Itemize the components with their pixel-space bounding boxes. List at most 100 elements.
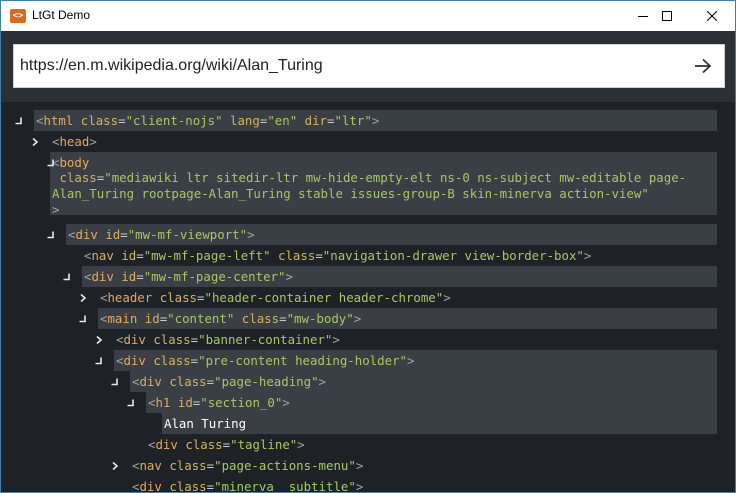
attr-name: class [159, 290, 198, 305]
tag-name: div [155, 437, 178, 452]
attr-value: "pre-content heading-holder" [198, 353, 407, 368]
close-bracket: > [332, 332, 340, 347]
attr-value: "section_0" [200, 395, 283, 410]
attr-name: id [144, 311, 160, 326]
tag-name: header [107, 290, 153, 305]
dom-node-actions[interactable]: <nav class="page-actions-menu"> [112, 455, 363, 476]
attr-name: class [153, 332, 191, 347]
collapse-corner-icon[interactable] [45, 224, 57, 245]
tag-name: div [139, 374, 162, 389]
close-bracket: > [52, 202, 60, 217]
close-bracket: > [353, 311, 362, 326]
collapse-corner-icon[interactable] [93, 350, 105, 371]
expand-chevron-icon[interactable] [93, 329, 105, 350]
maximize-button[interactable] [644, 1, 690, 31]
dom-node-head[interactable]: <head> [32, 131, 97, 152]
app-code-icon: <> [10, 9, 26, 23]
close-bracket: > [355, 479, 364, 492]
attr-name: id [105, 227, 121, 242]
attr-equals: = [190, 353, 199, 368]
dom-node-subtitle[interactable]: <div class="minerva__subtitle"> [132, 476, 363, 492]
dom-node-banner[interactable]: <div class="banner-container"> [96, 329, 340, 350]
close-bracket: > [285, 269, 293, 284]
go-button[interactable] [688, 52, 718, 80]
close-bracket: > [318, 374, 327, 389]
url-field [13, 44, 725, 88]
attr-value: "navigation-drawer view-border-box" [322, 248, 584, 263]
attr-value: "mw-body" [286, 311, 354, 326]
attr-name: class [169, 479, 207, 492]
tag-name: head [59, 134, 90, 149]
tag-name: div [91, 269, 114, 284]
close-bracket: > [247, 227, 255, 242]
tag-name: div [123, 353, 146, 368]
tag-name: div [75, 227, 98, 242]
dom-node-page-center[interactable]: <div id="mw-mf-page-center"> [63, 266, 293, 287]
attr-name: lang [230, 113, 260, 128]
attr-equals: = [206, 479, 215, 492]
close-bracket: > [583, 248, 592, 263]
dom-node-heading[interactable]: <div class="page-heading"> [111, 371, 327, 392]
attr-equals: = [136, 269, 144, 284]
tag-name: nav [139, 458, 162, 473]
attr-value: "mw-mf-page-left" [143, 248, 271, 263]
dom-node-nav-left[interactable]: <nav id="mw-mf-page-left" class="navigat… [84, 245, 591, 266]
maximize-icon [662, 11, 672, 21]
dom-node-tagline[interactable]: <div class="tagline"> [148, 434, 305, 455]
title-bar: <> LtGt Demo [1, 1, 735, 31]
attr-value: "content" [167, 311, 235, 326]
tag-name: h1 [155, 395, 171, 410]
attr-name: dir [304, 113, 328, 128]
attr-equals: = [120, 227, 128, 242]
collapse-corner-icon[interactable] [109, 371, 121, 392]
expand-chevron-icon[interactable] [77, 287, 89, 308]
dom-node-precontent[interactable]: <div class="pre-content heading-holder"> [95, 350, 415, 371]
close-button[interactable] [689, 1, 735, 31]
address-bar [1, 31, 735, 102]
attr-value: "mw-mf-viewport" [127, 227, 248, 242]
attr-value: "banner-container" [198, 332, 333, 347]
dom-node-header[interactable]: <header class="header-container header-c… [80, 287, 451, 308]
attr-equals: = [279, 311, 287, 326]
tag-name: nav [91, 248, 114, 263]
collapse-corner-icon[interactable] [13, 110, 25, 131]
app-window: <> LtGt Demo <html class="client-nojs" l… [0, 0, 736, 493]
tag-name: div [123, 332, 146, 347]
attr-name: id [121, 248, 137, 263]
attr-value: "en" [267, 113, 298, 128]
expand-chevron-icon[interactable] [109, 455, 121, 476]
text-node: Alan Turing [164, 416, 247, 431]
body-close-line: > [52, 199, 59, 220]
attr-equals: = [315, 248, 323, 263]
dom-tree-view[interactable]: <html class="client-nojs" lang="en" dir=… [1, 102, 735, 492]
attr-name: class [185, 437, 223, 452]
tag-name: html [43, 113, 74, 128]
collapse-corner-icon[interactable] [125, 392, 137, 413]
dom-node-main[interactable]: <main id="content" class="mw-body"> [79, 308, 362, 329]
close-bracket: > [89, 134, 97, 149]
attr-equals: = [222, 437, 231, 452]
close-icon [707, 11, 717, 21]
attr-equals: = [190, 332, 199, 347]
arrow-right-icon [695, 58, 712, 74]
url-input[interactable] [20, 45, 680, 87]
window-title: LtGt Demo [32, 8, 91, 22]
attr-value: "minerva__subtitle" [214, 479, 356, 492]
attr-value: "client-nojs" [125, 113, 223, 128]
attr-name: id [121, 269, 137, 284]
dom-node-html[interactable]: <html class="client-nojs" lang="en" dir=… [15, 110, 379, 131]
tag-name: div [139, 479, 162, 492]
attr-name: class [169, 458, 207, 473]
close-bracket: > [406, 353, 415, 368]
dom-node-h1[interactable]: <h1 id="section_0"> [127, 392, 290, 413]
close-bracket: > [443, 290, 451, 305]
attr-name: id [177, 395, 193, 410]
dom-node-viewport[interactable]: <div id="mw-mf-viewport"> [47, 224, 255, 245]
collapse-corner-icon[interactable] [77, 308, 89, 329]
attr-name: class [80, 113, 119, 128]
attr-name: class [241, 311, 280, 326]
collapse-corner-icon[interactable] [61, 266, 73, 287]
tag-name: main [107, 311, 138, 326]
dom-node-h1-text[interactable]: Alan Turing [164, 413, 246, 434]
expand-chevron-icon[interactable] [29, 131, 41, 152]
